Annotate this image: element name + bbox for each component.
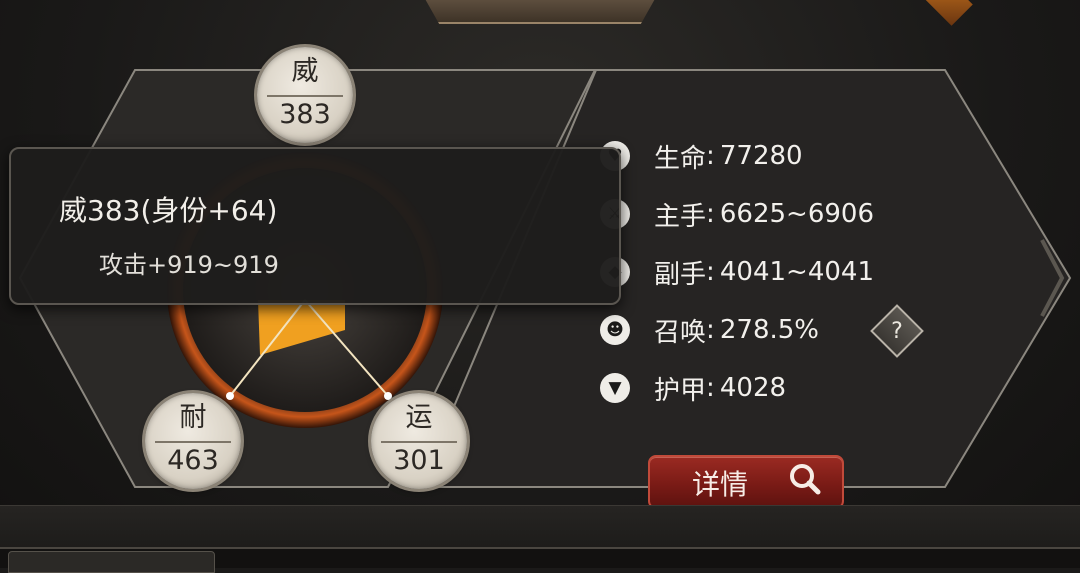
help-label: ? — [891, 318, 903, 344]
details-button[interactable]: 详情 — [648, 455, 844, 509]
summon-icon: ☻ — [600, 315, 630, 345]
stat-value: 4028 — [719, 373, 787, 403]
stat-row-summon: ☻ 召唤 : 278.5% — [600, 310, 819, 350]
stat-row-hp: ♥ 生命 : 77280 — [600, 136, 803, 176]
stat-label: 召唤 — [654, 317, 707, 348]
attribute-value: 463 — [167, 445, 219, 476]
attribute-value: 301 — [393, 445, 445, 476]
divider — [267, 95, 343, 97]
stat-row-armor: ▼ 护甲 : 4028 — [600, 368, 786, 408]
divider — [155, 441, 231, 443]
attribute-name: 威 — [291, 56, 319, 87]
stat-separator: : — [706, 199, 715, 229]
stat-label: 主手 — [654, 201, 707, 232]
tooltip-effect: 攻击+919~919 — [99, 251, 279, 279]
stat-label: 副手 — [654, 259, 707, 290]
attribute-tooltip: 威383(身份+64) 攻击+919~919 — [9, 147, 621, 305]
attribute-medal-nai[interactable]: 耐 463 — [145, 393, 241, 489]
search-icon — [790, 464, 821, 495]
divider — [381, 441, 457, 443]
bottom-bar — [0, 505, 1080, 548]
stat-separator: : — [706, 373, 715, 403]
tooltip-title: 威383(身份+64) — [59, 194, 278, 227]
details-button-label: 详情 — [692, 468, 749, 501]
stat-value: 278.5% — [719, 315, 820, 345]
stat-value: 6625~6906 — [719, 199, 874, 229]
stat-row-mainhand: ⚔ 主手 : 6625~6906 — [600, 194, 874, 234]
stat-label: 生命 — [654, 143, 707, 174]
bottom-tab[interactable] — [8, 551, 215, 573]
stat-value: 4041~4041 — [719, 257, 874, 287]
attribute-medal-wei[interactable]: 威 383 — [257, 47, 353, 143]
attribute-name: 运 — [405, 402, 433, 433]
armor-icon: ▼ — [600, 373, 630, 403]
stat-separator: : — [706, 141, 715, 171]
stat-row-offhand: ◆ 副手 : 4041~4041 — [600, 252, 874, 292]
attribute-value: 383 — [279, 99, 331, 130]
attribute-name: 耐 — [179, 402, 207, 433]
stat-separator: : — [706, 257, 715, 287]
stat-value: 77280 — [719, 141, 803, 171]
attribute-medal-yun[interactable]: 运 301 — [371, 393, 467, 489]
stat-label: 护甲 — [654, 375, 707, 406]
stat-separator: : — [706, 315, 715, 345]
